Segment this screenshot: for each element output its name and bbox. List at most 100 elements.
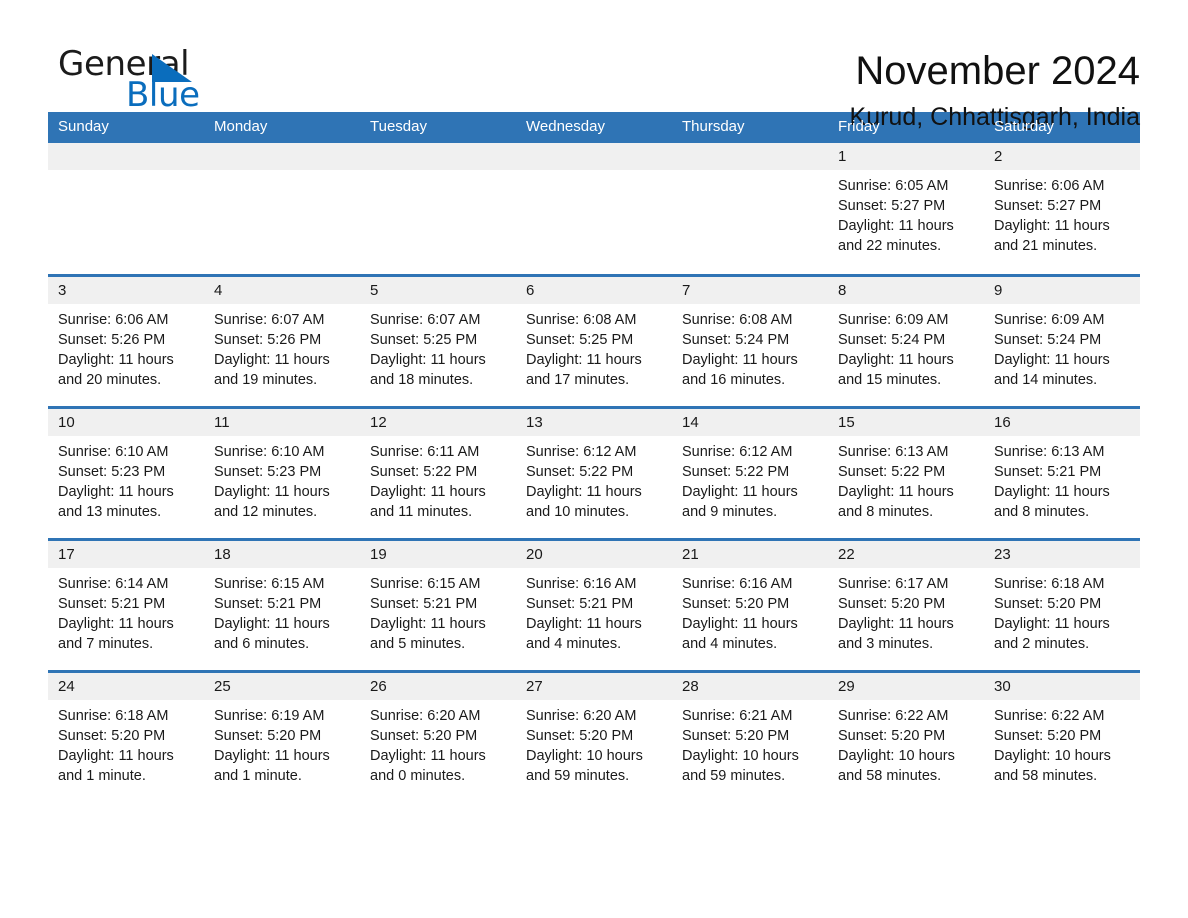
day-number: 9 [984,276,1140,304]
sunrise-text: Sunrise: 6:15 AM [370,575,481,592]
calendar-day-cell[interactable]: 22 Sunrise: 6:17 AM Sunset: 5:20 PM Dayligh… [828,537,984,671]
daylight-text-line1: Daylight: 11 hours [370,483,486,500]
day-number [48,143,204,170]
calendar-day-cell[interactable]: 10 Sunrise: 6:10 AM Sunset: 5:23 PM Dayligh… [48,405,204,539]
sunrise-text: Sunrise: 6:20 AM [526,707,637,724]
sunset-text: Sunset: 5:21 PM [214,595,322,612]
daylight-text-line1: Daylight: 11 hours [994,218,1110,234]
day-details: Sunrise: 6:10 AM Sunset: 5:23 PM Daylight:… [48,436,204,522]
calendar-week-row: 3 Sunrise: 6:06 AM Sunset: 5:26 PM Daylight… [48,273,1140,407]
day-details: Sunrise: 6:20 AM Sunset: 5:20 PM Daylight:… [516,700,672,786]
day-details: Sunrise: 6:19 AM Sunset: 5:20 PM Daylight:… [204,700,360,786]
day-details: Sunrise: 6:18 AM Sunset: 5:20 PM Daylight:… [984,568,1140,654]
sunrise-text: Sunrise: 6:18 AM [58,707,169,724]
calendar-day-cell[interactable]: 17 Sunrise: 6:14 AM Sunset: 5:21 PM Dayligh… [48,537,204,671]
day-number: 12 [360,408,516,436]
sunset-text: Sunset: 5:24 PM [994,331,1102,348]
calendar-day-cell[interactable]: 16 Sunrise: 6:13 AM Sunset: 5:21 PM Dayligh… [984,405,1140,539]
daylight-text-line2: and 8 minutes. [838,503,934,520]
day-number: 29 [828,672,984,700]
calendar-day-cell[interactable]: 12 Sunrise: 6:11 AM Sunset: 5:22 PM Dayligh… [360,405,516,539]
day-number: 5 [360,276,516,304]
calendar-day-cell[interactable]: 15 Sunrise: 6:13 AM Sunset: 5:22 PM Dayligh… [828,405,984,539]
sunrise-text: Sunrise: 6:10 AM [58,443,169,460]
day-number: 3 [48,276,204,304]
calendar-day-cell[interactable]: 24 Sunrise: 6:18 AM Sunset: 5:20 PM Dayligh… [48,669,204,803]
calendar-day-cell[interactable]: 5 Sunrise: 6:07 AM Sunset: 5:25 PM Daylight… [360,273,516,407]
day-details: Sunrise: 6:17 AM Sunset: 5:20 PM Daylight:… [828,568,984,654]
calendar-day-cell[interactable]: 14 Sunrise: 6:12 AM Sunset: 5:22 PM Dayligh… [672,405,828,539]
day-number: 7 [672,276,828,304]
day-number: 27 [516,672,672,700]
calendar-day-cell[interactable]: 27 Sunrise: 6:20 AM Sunset: 5:20 PM Dayligh… [516,669,672,803]
calendar-day-cell[interactable]: 9 Sunrise: 6:09 AM Sunset: 5:24 PM Daylight… [984,273,1140,407]
calendar-day-cell[interactable]: 19 Sunrise: 6:15 AM Sunset: 5:21 PM Dayligh… [360,537,516,671]
calendar-day-cell[interactable]: 30 Sunrise: 6:22 AM Sunset: 5:20 PM Dayligh… [984,669,1140,803]
daylight-text-line2: and 4 minutes. [526,635,622,652]
calendar-day-cell[interactable]: 25 Sunrise: 6:19 AM Sunset: 5:20 PM Dayligh… [204,669,360,803]
day-details: Sunrise: 6:12 AM Sunset: 5:22 PM Daylight:… [672,436,828,522]
calendar-day-cell[interactable]: 13 Sunrise: 6:12 AM Sunset: 5:22 PM Dayligh… [516,405,672,539]
day-details: Sunrise: 6:06 AM Sunset: 5:27 PM Daylight:… [984,170,1140,256]
sunset-text: Sunset: 5:25 PM [370,331,478,348]
day-number: 22 [828,540,984,568]
calendar-day-cell[interactable]: 18 Sunrise: 6:15 AM Sunset: 5:21 PM Dayligh… [204,537,360,671]
sunset-text: Sunset: 5:20 PM [526,727,634,744]
calendar-day-cell[interactable]: 20 Sunrise: 6:16 AM Sunset: 5:21 PM Dayligh… [516,537,672,671]
general-blue-logo[interactable]: General Blue [48,44,208,115]
sunrise-text: Sunrise: 6:22 AM [994,707,1105,724]
daylight-text-line1: Daylight: 11 hours [526,351,642,368]
calendar-day-cell[interactable]: 29 Sunrise: 6:22 AM Sunset: 5:20 PM Dayligh… [828,669,984,803]
day-details: Sunrise: 6:07 AM Sunset: 5:25 PM Daylight:… [360,304,516,390]
daylight-text-line2: and 8 minutes. [994,503,1090,520]
day-number: 30 [984,672,1140,700]
day-details: Sunrise: 6:14 AM Sunset: 5:21 PM Daylight:… [48,568,204,654]
calendar-day-cell[interactable]: 23 Sunrise: 6:18 AM Sunset: 5:20 PM Dayligh… [984,537,1140,671]
calendar-day-cell[interactable]: 2 Sunrise: 6:06 AM Sunset: 5:27 PM Daylight… [984,143,1140,275]
daylight-text-line1: Daylight: 11 hours [682,615,798,632]
day-details: Sunrise: 6:16 AM Sunset: 5:20 PM Daylight:… [672,568,828,654]
daylight-text-line2: and 7 minutes. [58,635,154,652]
calendar-day-cell[interactable]: 8 Sunrise: 6:09 AM Sunset: 5:24 PM Daylight… [828,273,984,407]
sunrise-text: Sunrise: 6:11 AM [370,443,480,460]
day-number: 21 [672,540,828,568]
calendar-day-cell[interactable]: 4 Sunrise: 6:07 AM Sunset: 5:26 PM Daylight… [204,273,360,407]
calendar-day-cell[interactable]: 3 Sunrise: 6:06 AM Sunset: 5:26 PM Daylight… [48,273,204,407]
daylight-text-line2: and 21 minutes. [994,238,1098,254]
sunset-text: Sunset: 5:24 PM [838,331,946,348]
sunrise-text: Sunrise: 6:15 AM [214,575,325,592]
sunrise-text: Sunrise: 6:09 AM [838,311,949,328]
day-details: Sunrise: 6:11 AM Sunset: 5:22 PM Daylight:… [360,436,516,522]
calendar-day-cell[interactable]: 28 Sunrise: 6:21 AM Sunset: 5:20 PM Dayligh… [672,669,828,803]
logo-word-blue: Blue [126,75,200,115]
day-number: 14 [672,408,828,436]
calendar-day-cell[interactable]: 26 Sunrise: 6:20 AM Sunset: 5:20 PM Dayligh… [360,669,516,803]
calendar-day-cell[interactable]: 21 Sunrise: 6:16 AM Sunset: 5:20 PM Dayligh… [672,537,828,671]
daylight-text-line2: and 9 minutes. [682,503,778,520]
sunset-text: Sunset: 5:22 PM [370,463,478,480]
daylight-text-line1: Daylight: 11 hours [682,351,798,368]
daylight-text-line2: and 3 minutes. [838,635,934,652]
day-number [360,143,516,170]
daylight-text-line2: and 5 minutes. [370,635,466,652]
daylight-text-line1: Daylight: 11 hours [214,615,330,632]
calendar-day-cell[interactable]: 7 Sunrise: 6:08 AM Sunset: 5:24 PM Daylight… [672,273,828,407]
day-details: Sunrise: 6:21 AM Sunset: 5:20 PM Daylight:… [672,700,828,786]
daylight-text-line1: Daylight: 11 hours [58,351,174,368]
calendar-day-cell[interactable]: 1 Sunrise: 6:05 AM Sunset: 5:27 PM Daylight… [828,143,984,275]
day-number: 15 [828,408,984,436]
sunrise-text: Sunrise: 6:07 AM [370,311,481,328]
calendar-day-cell[interactable]: 6 Sunrise: 6:08 AM Sunset: 5:25 PM Daylight… [516,273,672,407]
day-details: Sunrise: 6:13 AM Sunset: 5:21 PM Daylight:… [984,436,1140,522]
day-details: Sunrise: 6:09 AM Sunset: 5:24 PM Daylight:… [828,304,984,390]
calendar-day-cell-empty [48,143,204,275]
sunset-text: Sunset: 5:20 PM [838,595,946,612]
sunset-text: Sunset: 5:20 PM [58,727,166,744]
calendar-day-cell-empty [360,143,516,275]
day-details: Sunrise: 6:15 AM Sunset: 5:21 PM Daylight:… [360,568,516,654]
day-details: Sunrise: 6:09 AM Sunset: 5:24 PM Daylight:… [984,304,1140,390]
sunrise-text: Sunrise: 6:21 AM [682,707,793,724]
calendar-day-cell[interactable]: 11 Sunrise: 6:10 AM Sunset: 5:23 PM Dayligh… [204,405,360,539]
sunrise-text: Sunrise: 6:05 AM [838,178,949,194]
sunrise-text: Sunrise: 6:18 AM [994,575,1105,592]
